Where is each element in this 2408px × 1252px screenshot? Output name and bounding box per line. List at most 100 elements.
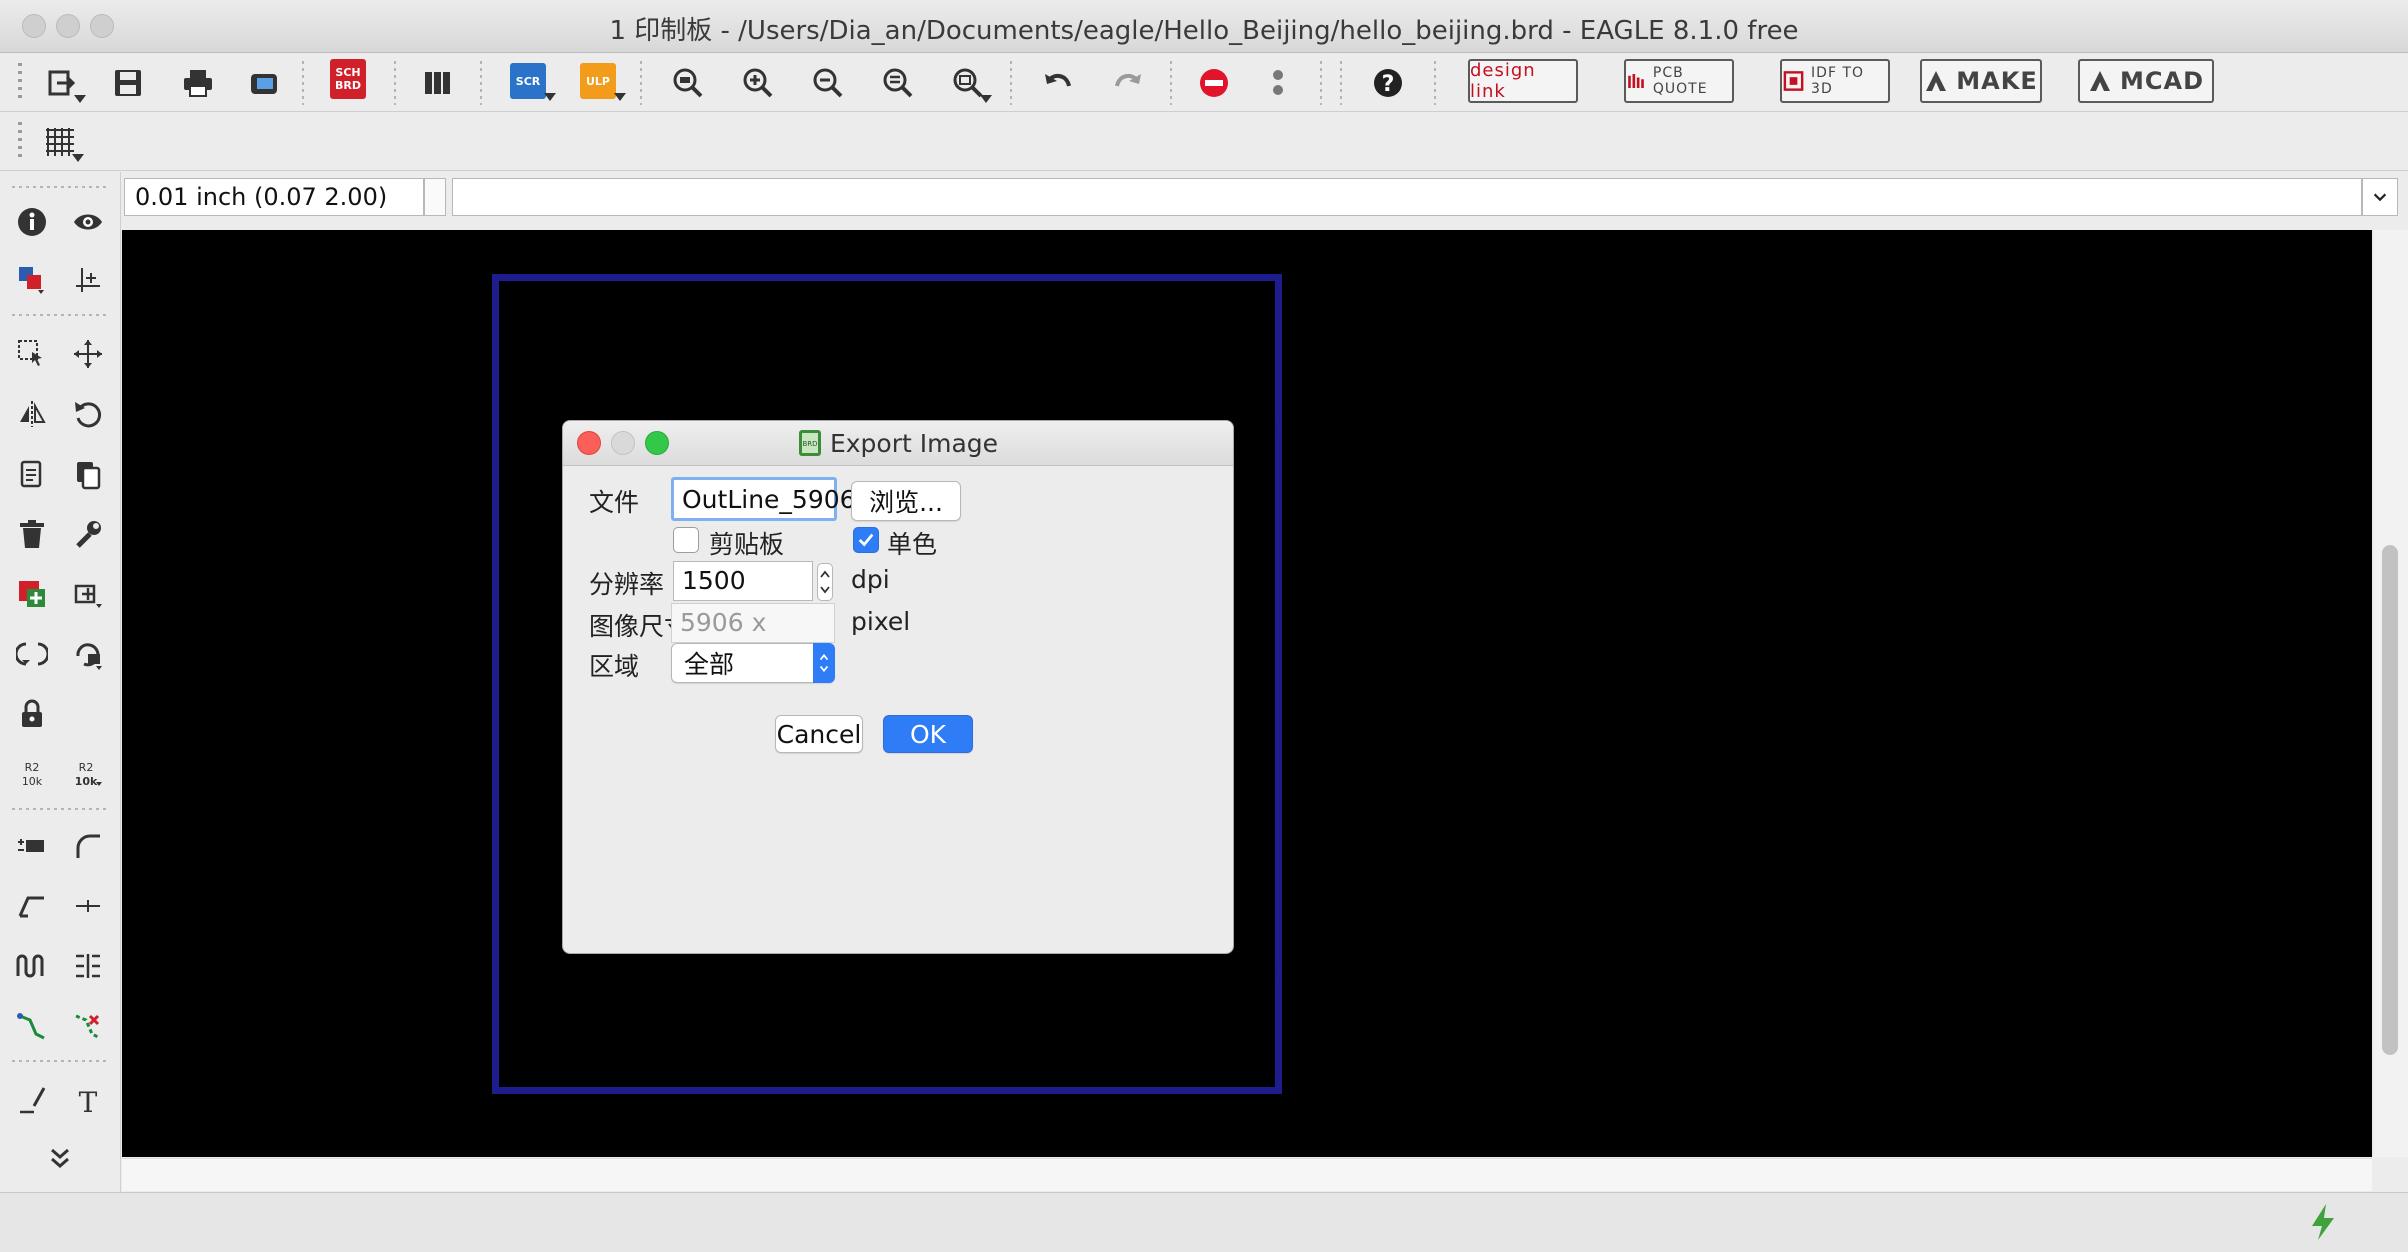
- toolbar-grip[interactable]: [18, 63, 22, 101]
- command-history-dropdown[interactable]: [2362, 178, 2398, 216]
- autodesk-mcad-icon: [2090, 71, 2110, 91]
- zoom-redraw-icon[interactable]: [876, 61, 920, 105]
- change-wrench-icon[interactable]: [66, 512, 110, 556]
- rotate-icon[interactable]: [66, 392, 110, 436]
- ripup-icon[interactable]: [66, 1004, 110, 1048]
- stop-icon[interactable]: [1192, 61, 1236, 105]
- area-select-value: 全部: [684, 650, 735, 679]
- group-select-icon[interactable]: [10, 332, 54, 376]
- image-size-field: 5906 x 4724: [671, 603, 835, 675]
- add-part-icon[interactable]: [10, 572, 54, 616]
- image-size-unit: pixel: [851, 607, 911, 636]
- optimize-icon[interactable]: [66, 884, 110, 928]
- command-line-input[interactable]: [452, 178, 2362, 216]
- svg-text:10k: 10k: [22, 775, 43, 788]
- svg-text:10k: 10k: [75, 775, 98, 788]
- info-icon[interactable]: [10, 200, 54, 244]
- delete-icon[interactable]: [10, 512, 54, 556]
- draw-line-icon[interactable]: [10, 1078, 54, 1122]
- layer-settings-icon[interactable]: [10, 258, 54, 302]
- swap-icon[interactable]: [10, 632, 54, 676]
- save-icon[interactable]: [106, 61, 150, 105]
- svg-text:?: ?: [1382, 72, 1395, 97]
- show-icon[interactable]: [66, 200, 110, 244]
- command-toggle[interactable]: [424, 178, 446, 216]
- horizontal-scroll-area[interactable]: [122, 1158, 2372, 1191]
- align-icon[interactable]: [66, 944, 110, 988]
- select-arrows-icon: [813, 643, 835, 683]
- dialog-title: BRD Export Image: [563, 429, 1233, 458]
- open-icon[interactable]: [40, 61, 86, 105]
- dialog-title-text: Export Image: [829, 429, 999, 458]
- expand-toolbar-icon[interactable]: [38, 1136, 82, 1180]
- scr-label: SCR: [515, 74, 541, 88]
- eagle-window: 1 印制板 - /Users/Dia_an/Documents/eagle/He…: [0, 0, 2408, 1252]
- copy-icon[interactable]: [10, 452, 54, 496]
- paste-icon[interactable]: [66, 452, 110, 496]
- lightning-bolt-icon[interactable]: [2306, 1202, 2340, 1242]
- toolbar-grip[interactable]: [18, 122, 22, 160]
- replace-part-icon[interactable]: [66, 572, 110, 616]
- mirror-icon[interactable]: [10, 392, 54, 436]
- undo-icon[interactable]: [1036, 61, 1080, 105]
- script-button[interactable]: SCR: [510, 63, 546, 99]
- command-row: 0.01 inch (0.07 2.00): [120, 176, 2400, 220]
- monochrome-checkbox[interactable]: [853, 527, 879, 553]
- name-icon[interactable]: R2 10k: [10, 752, 54, 796]
- cam-processor-icon[interactable]: [242, 61, 286, 105]
- area-select[interactable]: 全部: [671, 643, 835, 683]
- dialog-title-bar: BRD Export Image: [563, 421, 1233, 466]
- monochrome-label: 单色: [887, 530, 938, 559]
- lock-rotate-icon[interactable]: [66, 632, 110, 676]
- library-icon[interactable]: [416, 61, 460, 105]
- design-link-label: design link: [1470, 60, 1536, 102]
- resolution-input[interactable]: 1500: [673, 561, 813, 601]
- route-icon[interactable]: [10, 1004, 54, 1048]
- zoom-out-icon[interactable]: [806, 61, 850, 105]
- value-icon[interactable]: R2 10k: [66, 752, 110, 796]
- grid-icon[interactable]: [38, 120, 84, 164]
- ulp-button[interactable]: ULP: [580, 63, 616, 99]
- idf-to-3d-button[interactable]: IDF TO 3D: [1780, 59, 1890, 103]
- text-tool-icon[interactable]: T: [66, 1078, 110, 1122]
- area-label: 区域: [589, 652, 640, 681]
- export-image-dialog: BRD Export Image 文件 OutLine_5906 浏览... 剪贴…: [562, 420, 1234, 954]
- main-toolbar: SCH BRD SCR ULP ? design link PCB QUOTE …: [0, 53, 2408, 112]
- go-icon[interactable]: [1256, 61, 1300, 105]
- file-name-input[interactable]: OutLine_5906: [671, 477, 856, 521]
- ok-button[interactable]: OK: [883, 715, 973, 753]
- resolution-unit: dpi: [851, 565, 890, 594]
- sch-brd-switch-button[interactable]: SCH BRD: [330, 59, 366, 99]
- resolution-stepper[interactable]: [817, 563, 833, 601]
- cancel-button[interactable]: Cancel: [775, 715, 863, 753]
- clipboard-checkbox[interactable]: [673, 527, 699, 553]
- mcad-button[interactable]: MCAD: [2078, 59, 2214, 103]
- svg-text:R2: R2: [79, 761, 94, 774]
- design-link-button[interactable]: design link: [1468, 59, 1578, 103]
- zoom-select-icon[interactable]: [946, 61, 992, 105]
- redo-icon[interactable]: [1106, 61, 1150, 105]
- browse-button[interactable]: 浏览...: [851, 481, 961, 521]
- make-button[interactable]: MAKE: [1920, 59, 2042, 103]
- title-bar: 1 印制板 - /Users/Dia_an/Documents/eagle/He…: [0, 0, 2408, 53]
- board-canvas[interactable]: [122, 230, 2372, 1157]
- miter-icon[interactable]: [66, 824, 110, 868]
- lock-icon[interactable]: [10, 692, 54, 736]
- print-icon[interactable]: [176, 61, 220, 105]
- idf-to-3d-label: IDF TO 3D: [1811, 65, 1865, 97]
- split-icon[interactable]: [10, 884, 54, 928]
- vertical-scrollbar-thumb[interactable]: [2382, 545, 2398, 1055]
- sch-brd-label: SCH BRD: [335, 66, 361, 92]
- ulp-label: ULP: [585, 74, 610, 88]
- left-toolbar: R2 10k R2 10k T: [0, 172, 121, 1192]
- move-icon[interactable]: [66, 332, 110, 376]
- pcb-quote-button[interactable]: PCB QUOTE: [1624, 59, 1734, 103]
- zoom-in-icon[interactable]: [736, 61, 780, 105]
- smash-icon[interactable]: [10, 824, 54, 868]
- mark-icon[interactable]: [66, 258, 110, 302]
- meander-icon[interactable]: [10, 944, 54, 988]
- zoom-fit-icon[interactable]: [666, 61, 710, 105]
- help-icon[interactable]: ?: [1366, 61, 1410, 105]
- file-label: 文件: [589, 488, 640, 517]
- make-label: MAKE: [1956, 67, 2038, 95]
